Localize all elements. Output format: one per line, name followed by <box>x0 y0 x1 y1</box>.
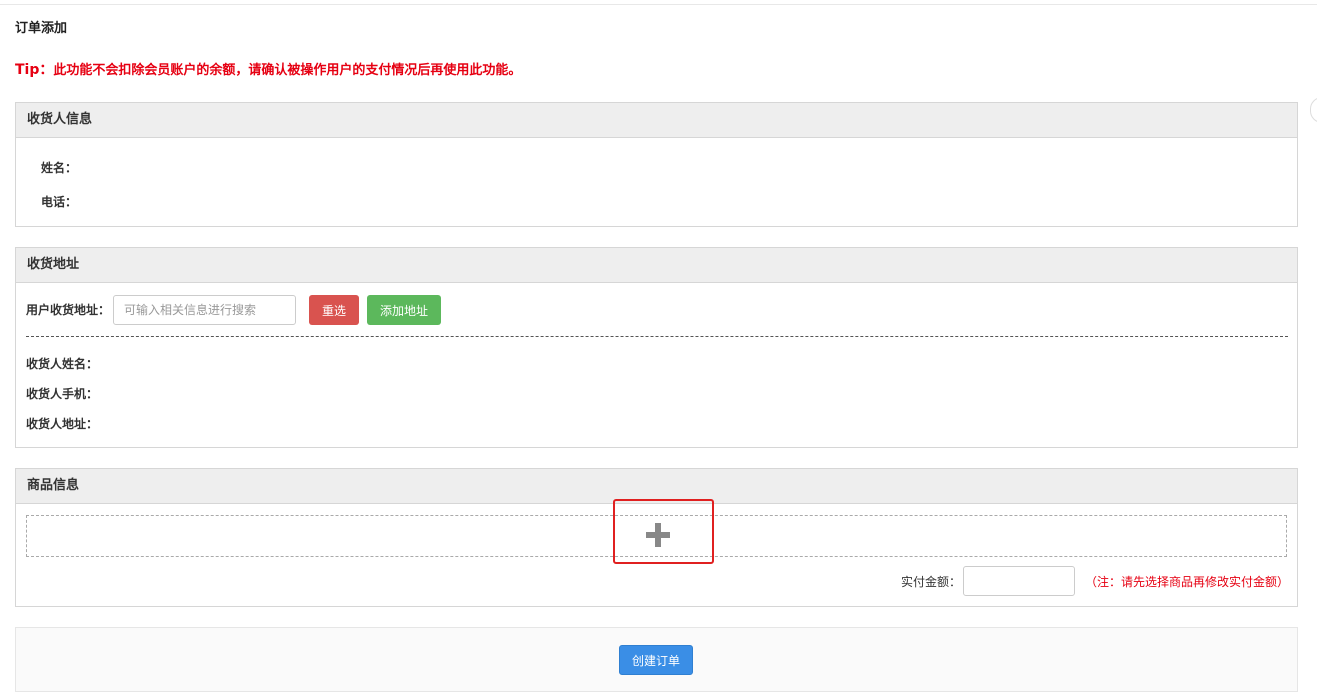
shipping-address-heading: 收货地址 <box>16 248 1297 283</box>
tip-message: Tip：此功能不会扣除会员账户的余额，请确认被操作用户的支付情况后再使用此功能。 <box>15 59 521 79</box>
consignee-address-label: 收货人地址： <box>26 417 99 431</box>
paid-amount-note: （注：请先选择商品再修改实付金额） <box>1085 575 1290 589</box>
paid-amount-input[interactable] <box>963 566 1075 596</box>
address-search-input[interactable] <box>113 295 296 325</box>
goods-info-heading: 商品信息 <box>16 469 1297 504</box>
plus-icon[interactable] <box>646 523 670 547</box>
address-search-label: 用户收货地址： <box>26 303 111 317</box>
side-collapse-handle[interactable] <box>1310 97 1317 123</box>
receiver-info-panel: 收货人信息 姓名： 电话： <box>15 102 1298 227</box>
tip-text: 此功能不会扣除会员账户的余额，请确认被操作用户的支付情况后再使用此功能。 <box>53 63 522 78</box>
receiver-phone-label: 电话： <box>41 195 78 209</box>
consignee-name-label: 收货人姓名： <box>26 357 99 371</box>
shipping-address-panel: 收货地址 用户收货地址： 重选 添加地址 收货人姓名： 收货人手机： 收货人地址… <box>15 247 1298 448</box>
form-footer: 创建订单 <box>15 627 1298 692</box>
create-order-button[interactable]: 创建订单 <box>619 645 693 675</box>
receiver-name-label: 姓名： <box>41 161 78 175</box>
tip-prefix: Tip： <box>15 62 54 78</box>
goods-info-panel: 商品信息 实付金额： （注：请先选择商品再修改实付金额） <box>15 468 1298 607</box>
top-divider <box>0 4 1317 5</box>
consignee-mobile-label: 收货人手机： <box>26 387 99 401</box>
address-divider <box>26 336 1288 337</box>
page-title: 订单添加 <box>15 21 68 36</box>
receiver-info-heading: 收货人信息 <box>16 103 1297 138</box>
add-address-button[interactable]: 添加地址 <box>367 295 441 325</box>
reset-address-button[interactable]: 重选 <box>309 295 359 325</box>
paid-amount-label: 实付金额： <box>901 575 962 589</box>
